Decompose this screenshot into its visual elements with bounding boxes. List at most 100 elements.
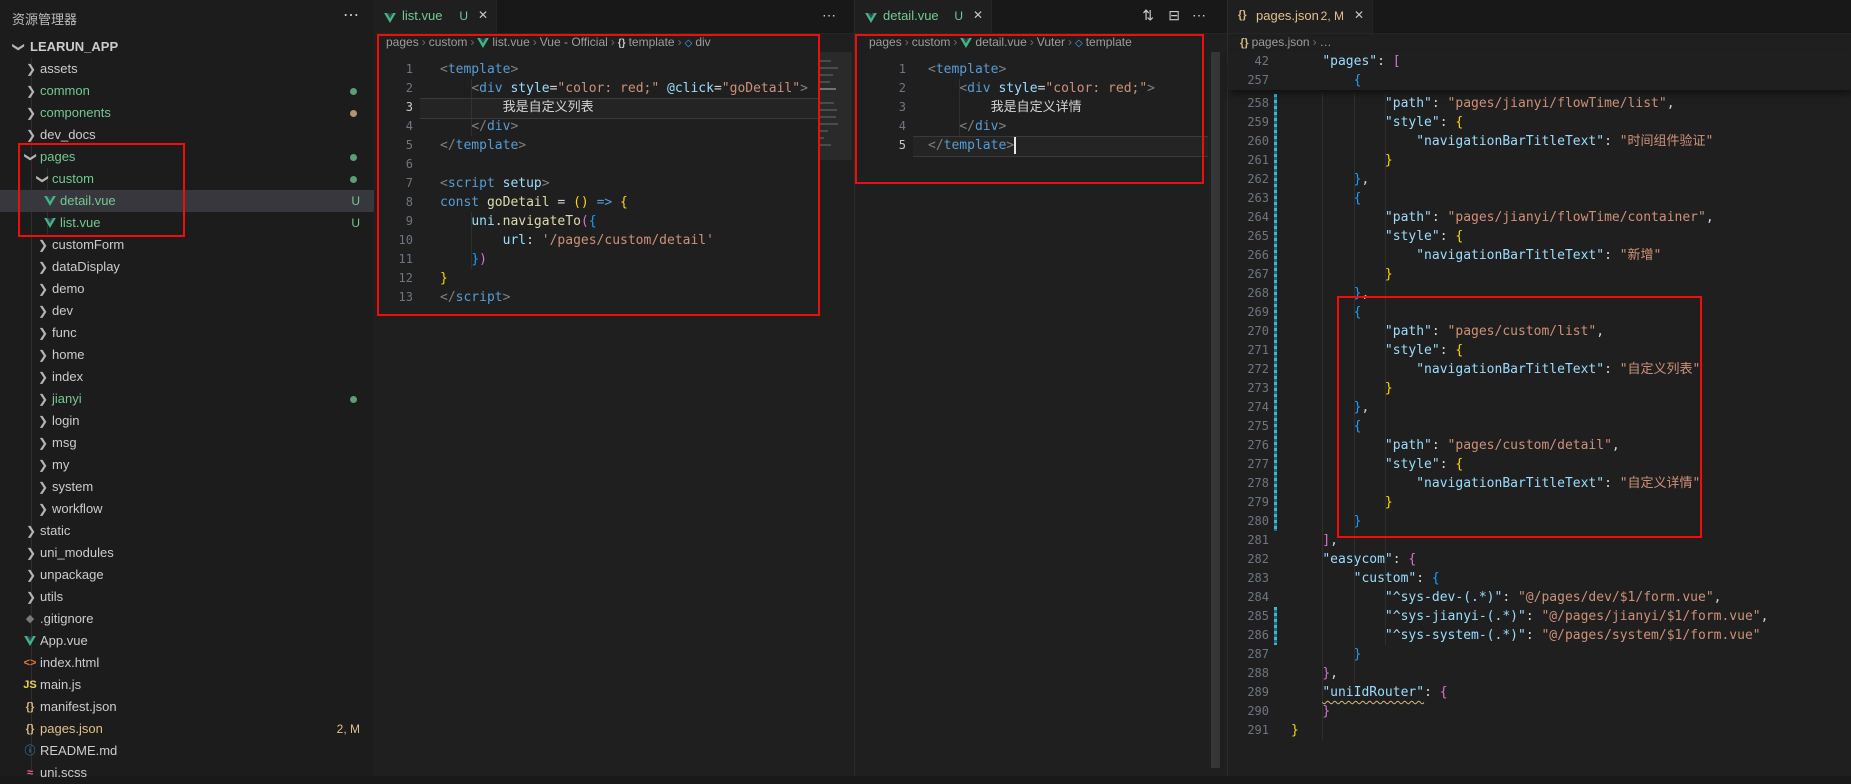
code-line-2[interactable]: 2 <div style="color: red;" @click="goDet…: [374, 79, 854, 98]
more-actions-icon[interactable]: ⋯: [822, 7, 836, 24]
code-line-291[interactable]: 291}: [1228, 721, 1851, 740]
code-line-258[interactable]: 258 "path": "pages/jianyi/flowTime/list"…: [1228, 94, 1851, 113]
code-line-283[interactable]: 283 "custom": {: [1228, 569, 1851, 588]
chevron-down-icon[interactable]: ❯: [20, 150, 42, 164]
code-line-272[interactable]: 272 "navigationBarTitleText": "自定义列表": [1228, 360, 1851, 379]
explorer-more-actions-icon[interactable]: ⋯: [343, 5, 360, 25]
tree-item-workflow[interactable]: ❯workflow: [0, 498, 374, 520]
breadcrumb-item-custom[interactable]: custom: [912, 35, 951, 49]
code-line-7[interactable]: 7<script setup>: [374, 174, 854, 193]
code-line-3[interactable]: 3 我是自定义列表: [374, 98, 854, 117]
tree-item-assets[interactable]: ❯assets: [0, 58, 374, 80]
code-line-271[interactable]: 271 "style": {: [1228, 341, 1851, 360]
code-area[interactable]: 1<template>2 <div style="color: red;">3 …: [855, 52, 1228, 776]
tree-item-dataDisplay[interactable]: ❯dataDisplay: [0, 256, 374, 278]
chevron-right-icon[interactable]: ❯: [36, 256, 50, 278]
code-line-11[interactable]: 11 }): [374, 250, 854, 269]
tree-item-index.html[interactable]: <>index.html: [0, 652, 374, 674]
breadcrumb-item-Vue-Official[interactable]: Vue - Official: [540, 35, 608, 49]
tree-item-dev[interactable]: ❯dev: [0, 300, 374, 322]
code-line-10[interactable]: 10 url: '/pages/custom/detail': [374, 231, 854, 250]
chevron-right-icon[interactable]: ❯: [36, 388, 50, 410]
code-line-4[interactable]: 4 </div>: [374, 117, 854, 136]
code-line-276[interactable]: 276 "path": "pages/custom/detail",: [1228, 436, 1851, 455]
code-line-6[interactable]: 6: [374, 155, 854, 174]
code-line-1[interactable]: 1<template>: [374, 60, 854, 79]
code-line-290[interactable]: 290 }: [1228, 702, 1851, 721]
code-line-3[interactable]: 3 我是自定义详情: [855, 98, 1228, 117]
code-area[interactable]: 1<template>2 <div style="color: red;" @c…: [374, 52, 854, 776]
tree-item-func[interactable]: ❯func: [0, 322, 374, 344]
chevron-right-icon[interactable]: ❯: [36, 498, 50, 520]
code-line-275[interactable]: 275 {: [1228, 417, 1851, 436]
tree-item-detail.vue[interactable]: detail.vueU: [0, 190, 374, 212]
scrollbar[interactable]: [1211, 52, 1220, 768]
chevron-right-icon[interactable]: ❯: [24, 124, 38, 146]
tree-item-App.vue[interactable]: App.vue: [0, 630, 374, 652]
code-line-270[interactable]: 270 "path": "pages/custom/list",: [1228, 322, 1851, 341]
code-line-2[interactable]: 2 <div style="color: red;">: [855, 79, 1228, 98]
chevron-right-icon[interactable]: ❯: [36, 344, 50, 366]
tree-item-main.js[interactable]: JSmain.js: [0, 674, 374, 696]
tree-item-README.md[interactable]: ⓘREADME.md: [0, 740, 374, 762]
code-line-285[interactable]: 285 "^sys-jianyi-(.*)": "@/pages/jianyi/…: [1228, 607, 1851, 626]
code-line-281[interactable]: 281 ],: [1228, 531, 1851, 550]
tree-item-manifest.json[interactable]: {}manifest.json: [0, 696, 374, 718]
breadcrumb-item-custom[interactable]: custom: [429, 35, 468, 49]
chevron-right-icon[interactable]: ❯: [36, 410, 50, 432]
code-area[interactable]: 258 "path": "pages/jianyi/flowTime/list"…: [1228, 52, 1851, 776]
tree-item-list.vue[interactable]: list.vueU: [0, 212, 374, 234]
code-line-9[interactable]: 9 uni.navigateTo({: [374, 212, 854, 231]
tab-pages.json[interactable]: {}pages.json2, M✕: [1228, 0, 1373, 33]
tree-item-index[interactable]: ❯index: [0, 366, 374, 388]
code-line-268[interactable]: 268 },: [1228, 284, 1851, 303]
code-line-277[interactable]: 277 "style": {: [1228, 455, 1851, 474]
chevron-down-icon[interactable]: ❯: [32, 172, 54, 186]
chevron-down-icon[interactable]: ❯: [8, 40, 30, 54]
chevron-right-icon[interactable]: ❯: [24, 58, 38, 80]
code-line-5[interactable]: 5</template>: [855, 136, 1228, 155]
breadcrumb-item-list.vue[interactable]: list.vue: [477, 35, 529, 49]
tree-item-custom[interactable]: ❯custom: [0, 168, 374, 190]
tree-item-pages.json[interactable]: {}pages.json2, M: [0, 718, 374, 740]
code-line-8[interactable]: 8const goDetail = () => {: [374, 193, 854, 212]
code-line-5[interactable]: 5</template>: [374, 136, 854, 155]
code-line-260[interactable]: 260 "navigationBarTitleText": "时间组件验证": [1228, 132, 1851, 151]
tree-item-unpackage[interactable]: ❯unpackage: [0, 564, 374, 586]
code-line-286[interactable]: 286 "^sys-system-(.*)": "@/pages/system/…: [1228, 626, 1851, 645]
chevron-right-icon[interactable]: ❯: [24, 102, 38, 124]
tree-item-.gitignore[interactable]: ◆.gitignore: [0, 608, 374, 630]
tree-item-dev_docs[interactable]: ❯dev_docs: [0, 124, 374, 146]
code-line-266[interactable]: 266 "navigationBarTitleText": "新增": [1228, 246, 1851, 265]
code-line-261[interactable]: 261 }: [1228, 151, 1851, 170]
tree-item-msg[interactable]: ❯msg: [0, 432, 374, 454]
tab-close-icon[interactable]: ✕: [1354, 8, 1364, 22]
chevron-right-icon[interactable]: ❯: [24, 586, 38, 608]
breadcrumb-item-template[interactable]: {}template: [618, 35, 675, 49]
tree-item-login[interactable]: ❯login: [0, 410, 374, 432]
chevron-right-icon[interactable]: ❯: [36, 300, 50, 322]
breadcrumb-item-template[interactable]: ◇template: [1075, 35, 1132, 49]
tab-detail.vue[interactable]: detail.vueU✕: [855, 0, 992, 33]
code-line-269[interactable]: 269 {: [1228, 303, 1851, 322]
code-line-259[interactable]: 259 "style": {: [1228, 113, 1851, 132]
code-line-1[interactable]: 1<template>: [855, 60, 1228, 79]
code-line-282[interactable]: 282 "easycom": {: [1228, 550, 1851, 569]
code-line-257[interactable]: 257 {: [1228, 71, 1851, 90]
minimap-slider[interactable]: [818, 52, 852, 160]
tree-item-common[interactable]: ❯common: [0, 80, 374, 102]
code-line-4[interactable]: 4 </div>: [855, 117, 1228, 136]
chevron-right-icon[interactable]: ❯: [36, 476, 50, 498]
code-line-262[interactable]: 262 },: [1228, 170, 1851, 189]
code-line-279[interactable]: 279 }: [1228, 493, 1851, 512]
tree-item-pages[interactable]: ❯pages: [0, 146, 374, 168]
code-line-287[interactable]: 287 }: [1228, 645, 1851, 664]
tab-list.vue[interactable]: list.vueU✕: [374, 0, 497, 33]
code-line-289[interactable]: 289 "uniIdRouter": {: [1228, 683, 1851, 702]
chevron-right-icon[interactable]: ❯: [36, 366, 50, 388]
code-line-288[interactable]: 288 },: [1228, 664, 1851, 683]
code-line-278[interactable]: 278 "navigationBarTitleText": "自定义详情": [1228, 474, 1851, 493]
chevron-right-icon[interactable]: ❯: [24, 564, 38, 586]
code-line-267[interactable]: 267 }: [1228, 265, 1851, 284]
chevron-right-icon[interactable]: ❯: [24, 542, 38, 564]
